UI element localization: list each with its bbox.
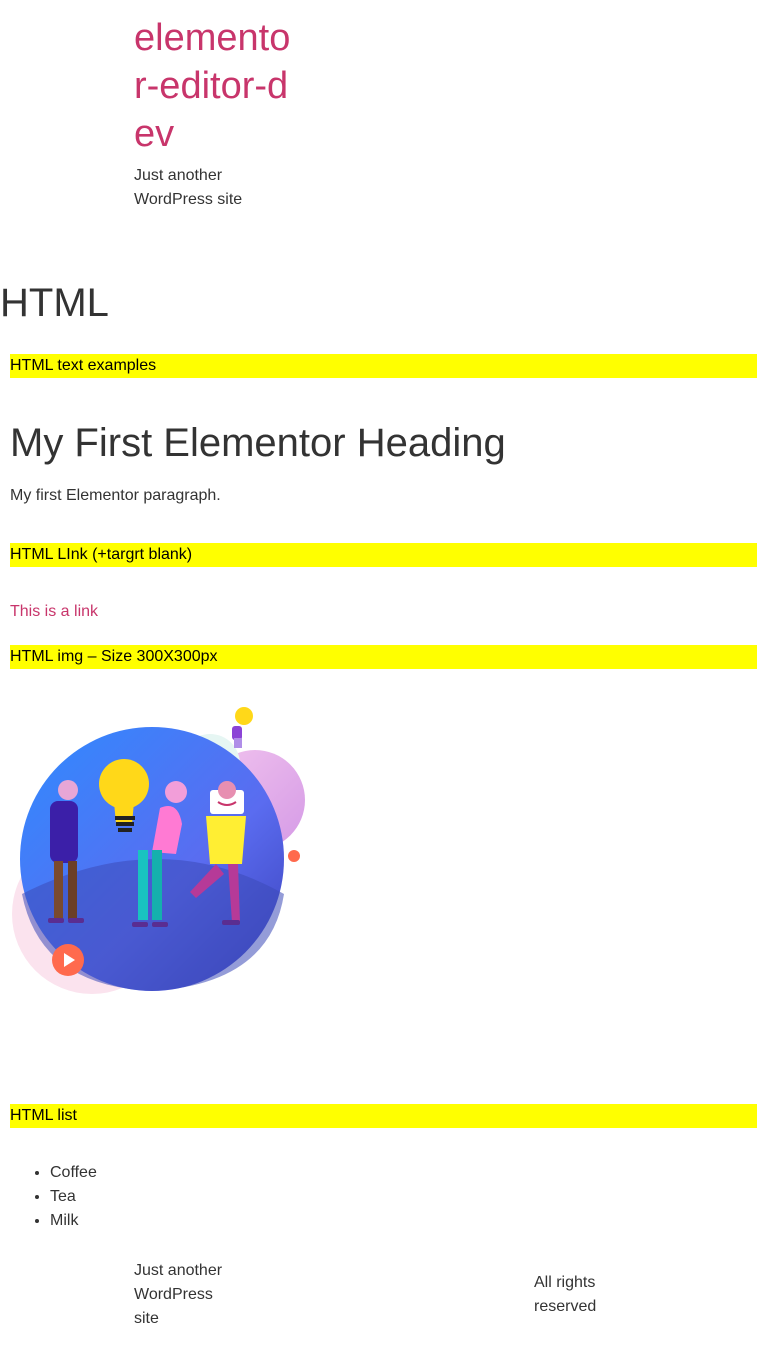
elementor-paragraph: My first Elementor paragraph. [10, 487, 221, 504]
section-list: HTML list [10, 1104, 757, 1128]
site-title-link[interactable]: elementor-editor-dev [134, 14, 294, 158]
small-person-bulb [232, 707, 253, 748]
site-header: elementor-editor-dev Just another WordPr… [134, 14, 294, 212]
elementor-heading: My First Elementor Heading [10, 421, 506, 465]
page: elementor-editor-dev Just another WordPr… [0, 0, 767, 1348]
section-text-examples: HTML text examples [10, 354, 757, 378]
section-link: HTML LInk (+targrt blank) [10, 543, 757, 567]
footer-rights: All rights reserved [534, 1274, 597, 1315]
footer-tagline: Just another WordPress site [134, 1262, 223, 1327]
list-item-tea: Tea [50, 1185, 97, 1209]
site-tagline: Just another WordPress site [134, 167, 243, 208]
orange-dot [288, 850, 300, 862]
section-img: HTML img – Size 300X300px [10, 645, 757, 669]
list-item-milk: Milk [50, 1209, 97, 1233]
page-title: HTML [0, 281, 109, 325]
html-list: Coffee Tea Milk [10, 1161, 97, 1233]
people-lightbulb-illustration [12, 707, 305, 994]
list-item-coffee: Coffee [50, 1161, 97, 1185]
html-link[interactable]: This is a link [10, 600, 98, 624]
